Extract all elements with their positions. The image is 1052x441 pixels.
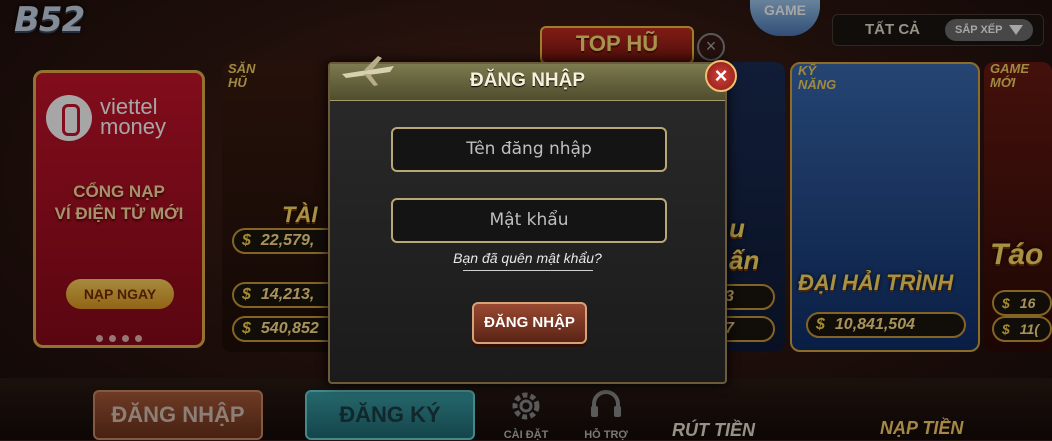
forgot-underline <box>463 270 593 271</box>
dialog-close-button[interactable]: × <box>705 60 737 92</box>
login-submit-button[interactable]: ĐĂNG NHẬP <box>472 302 587 344</box>
username-input[interactable]: Tên đăng nhập <box>391 127 667 172</box>
login-dialog: ĐĂNG NHẬP × Tên đăng nhập Mật khẩu Bạn đ… <box>328 56 737 384</box>
close-icon: × <box>714 63 728 88</box>
dialog-title: ĐĂNG NHẬP <box>469 70 586 91</box>
password-input[interactable]: Mật khẩu <box>391 198 667 243</box>
dialog-header: ĐĂNG NHẬP <box>330 56 725 101</box>
forgot-password-link[interactable]: Bạn đã quên mật khẩu? <box>330 250 725 266</box>
